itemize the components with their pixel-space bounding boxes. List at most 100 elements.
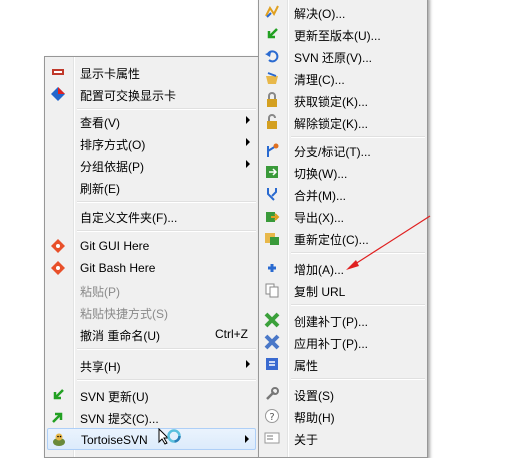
submenu-item-resolve[interactable]: 解决(O)... (261, 1, 425, 23)
menu-item-display-properties[interactable]: 显示卡属性 (47, 61, 256, 83)
relocate-icon (264, 230, 280, 246)
annotation-arrow (346, 215, 431, 270)
menu-item-label: 属性 (294, 359, 319, 373)
menu-item-label: 应用补丁(P)... (294, 337, 368, 351)
desktop-context-menu: 显示卡属性 配置可交换显示卡 查看(V) 排序方式(O) 分组依据(P) 刷新(… (44, 56, 259, 458)
cleanup-icon (264, 70, 280, 86)
submenu-item-help[interactable]: ? 帮助(H) (261, 405, 425, 427)
tortoisesvn-icon (51, 432, 67, 448)
menu-item-switchable-graphics[interactable]: 配置可交换显示卡 (47, 83, 256, 105)
menu-separator (291, 378, 425, 380)
settings-icon (264, 386, 280, 402)
menu-item-label: 设置(S) (294, 389, 334, 403)
submenu-item-properties[interactable]: 属性 (261, 353, 425, 375)
resolve-icon (264, 4, 280, 20)
update-to-revision-icon (264, 26, 280, 42)
menu-item-customize-folder[interactable]: 自定义文件夹(F)... (47, 205, 256, 227)
submenu-item-create-patch[interactable]: 创建补丁(P)... (261, 309, 425, 331)
menu-item-tortoisesvn[interactable]: TortoiseSVN (47, 428, 256, 450)
menu-item-label: 清理(C)... (294, 73, 345, 87)
merge-icon (264, 186, 280, 202)
unlock-icon (264, 114, 280, 130)
menu-item-label: 查看(V) (80, 116, 120, 130)
menu-item-label: 撤消 重命名(U) (80, 329, 160, 343)
menu-separator (291, 304, 425, 306)
menu-item-label: 帮助(H) (294, 411, 335, 425)
properties-icon (264, 356, 280, 372)
apply-patch-icon (264, 334, 280, 350)
submenu-item-branch-tag[interactable]: 分支/标记(T)... (261, 139, 425, 161)
menu-item-refresh[interactable]: 刷新(E) (47, 176, 256, 198)
menu-item-label: 增加(A)... (294, 263, 344, 277)
switchable-graphics-icon (50, 86, 66, 102)
menu-item-label: 刷新(E) (80, 182, 120, 196)
submenu-item-about[interactable]: 关于 (261, 427, 425, 449)
copy-url-icon (264, 282, 280, 298)
menu-item-label: Git GUI Here (80, 239, 150, 253)
submenu-item-switch[interactable]: 切换(W)... (261, 161, 425, 183)
menu-item-label: 解决(O)... (294, 7, 346, 21)
menu-item-label: 更新至版本(U)... (294, 29, 381, 43)
shortcut-label: Ctrl+Z (215, 327, 248, 341)
menu-item-label: 创建补丁(P)... (294, 315, 368, 329)
menu-separator (77, 230, 256, 232)
menu-item-git-gui[interactable]: Git GUI Here (47, 235, 256, 257)
submenu-arrow-icon (246, 116, 250, 124)
submenu-item-apply-patch[interactable]: 应用补丁(P)... (261, 331, 425, 353)
submenu-item-get-lock[interactable]: 获取锁定(K)... (261, 89, 425, 111)
git-icon (50, 260, 66, 276)
svn-commit-icon (50, 409, 66, 425)
submenu-arrow-icon (246, 138, 250, 146)
menu-item-undo-rename[interactable]: 撤消 重命名(U) Ctrl+Z (47, 323, 256, 345)
menu-item-label: 分组依据(P) (80, 160, 144, 174)
menu-separator (77, 201, 256, 203)
menu-separator (77, 348, 256, 350)
menu-item-view[interactable]: 查看(V) (47, 110, 256, 132)
git-icon (50, 238, 66, 254)
menu-item-label: 排序方式(O) (80, 138, 146, 152)
menu-item-label: 共享(H) (80, 360, 121, 374)
menu-item-label: SVN 更新(U) (80, 390, 149, 404)
menu-item-paste-shortcut[interactable]: 粘贴快捷方式(S) (47, 301, 256, 323)
menu-item-label: 合并(M)... (294, 189, 346, 203)
busy-cursor-icon (158, 428, 181, 445)
menu-item-label: 获取锁定(K)... (294, 95, 368, 109)
help-icon: ? (264, 408, 280, 424)
menu-item-label: 复制 URL (294, 285, 346, 299)
submenu-arrow-icon (246, 160, 250, 168)
menu-item-label: 配置可交换显示卡 (80, 89, 177, 103)
submenu-item-cleanup[interactable]: 清理(C)... (261, 67, 425, 89)
svg-text:?: ? (269, 412, 274, 423)
export-icon (264, 208, 280, 224)
add-icon (264, 260, 280, 276)
menu-item-label: 导出(X)... (294, 211, 344, 225)
submenu-arrow-icon (246, 360, 250, 368)
menu-item-label: SVN 提交(C)... (80, 412, 159, 426)
menu-item-label: SVN 还原(V)... (294, 51, 373, 65)
lock-icon (264, 92, 280, 108)
menu-item-label: Git Bash Here (80, 261, 156, 275)
submenu-item-merge[interactable]: 合并(M)... (261, 183, 425, 205)
submenu-item-revert[interactable]: SVN 还原(V)... (261, 45, 425, 67)
menu-item-svn-commit[interactable]: SVN 提交(C)... (47, 406, 256, 428)
menu-item-label: 关于 (294, 433, 319, 447)
menu-item-label: 自定义文件夹(F)... (80, 211, 178, 225)
menu-item-label: 分支/标记(T)... (294, 145, 371, 159)
submenu-item-copy-url[interactable]: 复制 URL (261, 279, 425, 301)
branch-tag-icon (264, 142, 280, 158)
menu-item-sort-by[interactable]: 排序方式(O) (47, 132, 256, 154)
menu-item-paste[interactable]: 粘贴(P) (47, 279, 256, 301)
submenu-item-settings[interactable]: 设置(S) (261, 383, 425, 405)
menu-item-group-by[interactable]: 分组依据(P) (47, 154, 256, 176)
menu-separator (77, 379, 256, 381)
menu-item-git-bash[interactable]: Git Bash Here (47, 257, 256, 279)
submenu-item-release-lock[interactable]: 解除锁定(K)... (261, 111, 425, 133)
menu-item-label: 解除锁定(K)... (294, 117, 368, 131)
create-patch-icon (264, 312, 280, 328)
svn-update-icon (50, 387, 66, 403)
menu-item-svn-update[interactable]: SVN 更新(U) (47, 384, 256, 406)
menu-item-share[interactable]: 共享(H) (47, 354, 256, 376)
switch-icon (264, 164, 280, 180)
about-icon (264, 430, 280, 446)
submenu-item-update-to-revision[interactable]: 更新至版本(U)... (261, 23, 425, 45)
